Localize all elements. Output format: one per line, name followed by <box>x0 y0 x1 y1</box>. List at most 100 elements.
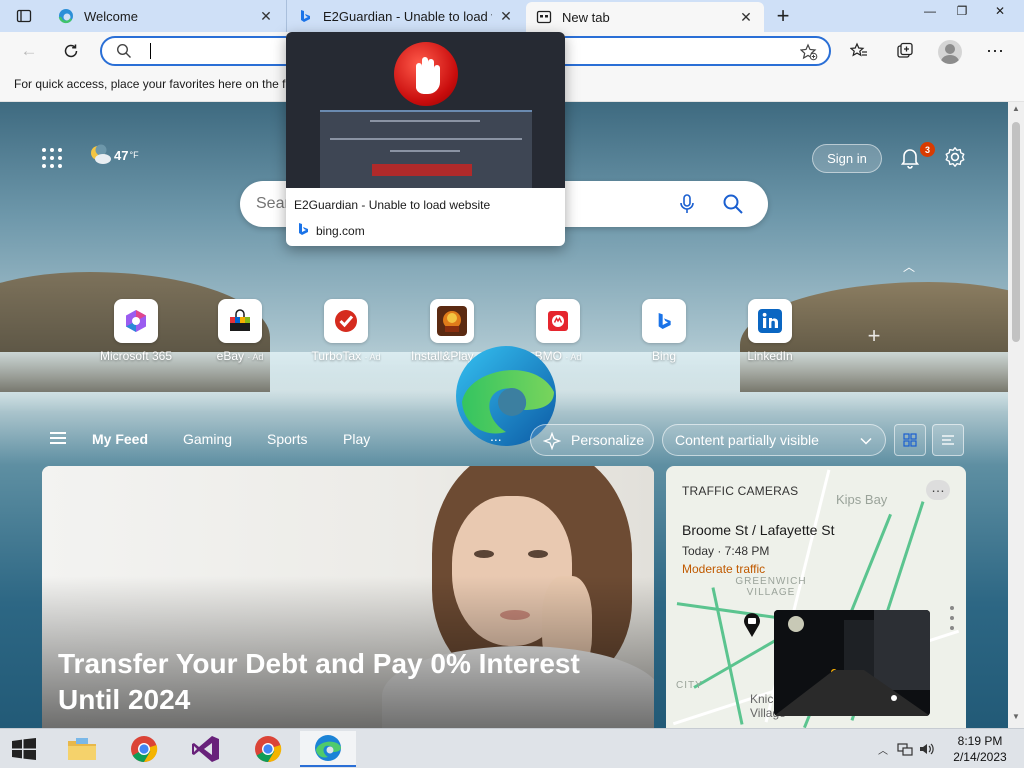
start-button[interactable] <box>0 729 48 768</box>
add-favorite-icon[interactable] <box>799 42 819 62</box>
arrow-left-icon: ← <box>20 41 38 60</box>
bmo-icon <box>536 299 580 343</box>
notifications-bell-icon[interactable] <box>898 145 922 169</box>
microphone-icon[interactable] <box>676 193 698 215</box>
chevron-up-icon[interactable]: ︿ <box>898 258 920 276</box>
ad-label: · Ad <box>565 352 582 362</box>
stop-hand-icon <box>394 42 458 106</box>
linkedin-icon <box>748 299 792 343</box>
feed-tab-my-feed[interactable]: My Feed <box>92 431 148 447</box>
content-visibility-dropdown[interactable]: Content partially visible <box>662 424 886 456</box>
camera-location: Broome St / Lafayette St <box>682 522 835 538</box>
feed-tab-gaming[interactable]: Gaming <box>183 431 232 447</box>
favorites-star-icon <box>850 42 867 57</box>
list-view-icon <box>942 435 954 445</box>
new-tab-button[interactable]: + <box>770 3 796 28</box>
gear-icon[interactable] <box>944 146 966 168</box>
weather-temperature: 47 <box>114 147 129 163</box>
refresh-button[interactable] <box>56 36 86 66</box>
quick-link-linkedin[interactable]: LinkedIn <box>720 299 820 369</box>
carousel-dots <box>950 606 954 636</box>
chrome-icon <box>131 736 158 763</box>
partly-cloudy-night-icon <box>91 144 111 164</box>
tab-title: New tab <box>562 9 610 25</box>
refresh-icon <box>64 44 78 58</box>
search-icon <box>116 43 131 58</box>
close-tab-icon[interactable]: ✕ <box>738 9 754 25</box>
back-button[interactable]: ← <box>14 36 44 66</box>
scrollbar-thumb[interactable] <box>1012 122 1020 342</box>
close-tab-icon[interactable]: ✕ <box>498 8 514 24</box>
minimize-button[interactable]: — <box>914 0 946 22</box>
quick-link-label: Microsoft 365 <box>99 349 173 363</box>
map-pin-icon[interactable] <box>742 612 762 638</box>
feed-more-button[interactable]: ... <box>490 428 502 444</box>
tab-actions-button[interactable] <box>8 4 40 28</box>
quick-link-label: Bing <box>651 349 677 363</box>
windows-taskbar: ︿ 8:19 PM 2/14/2023 <box>0 728 1024 768</box>
system-clock[interactable]: 8:19 PM 2/14/2023 <box>944 733 1016 765</box>
quick-link-bing[interactable]: Bing <box>614 299 714 369</box>
system-tray: ︿ <box>872 729 938 768</box>
collections-button[interactable] <box>890 36 920 66</box>
tab-welcome[interactable]: Welcome ✕ <box>48 0 284 32</box>
volume-icon[interactable] <box>916 738 938 760</box>
tab-preview-title: E2Guardian - Unable to load website <box>294 198 491 212</box>
taskbar-chrome-2[interactable] <box>240 731 296 767</box>
grid-layout-button[interactable] <box>894 424 926 456</box>
app-launcher-icon[interactable] <box>40 146 64 170</box>
quick-link-microsoft-365[interactable]: Microsoft 365 <box>86 299 186 369</box>
microsoft-365-icon <box>114 299 158 343</box>
blocked-page-thumbnail <box>320 110 532 188</box>
turbotax-icon <box>324 299 368 343</box>
restore-button[interactable]: ❐ <box>946 0 978 22</box>
sign-in-button[interactable]: Sign in <box>812 144 882 173</box>
taskbar-chrome[interactable] <box>116 731 172 767</box>
list-layout-button[interactable] <box>932 424 964 456</box>
new-tab-page-icon <box>536 9 552 25</box>
taskbar-file-explorer[interactable] <box>54 731 110 767</box>
settings-and-more-button[interactable]: ⋯ <box>980 36 1010 66</box>
collections-icon <box>897 42 913 58</box>
bing-icon <box>297 8 313 24</box>
feed-tab-sports[interactable]: Sports <box>267 431 307 447</box>
tab-title: E2Guardian - Unable to load website <box>323 8 492 24</box>
tab-preview-host: bing.com <box>316 224 365 238</box>
add-quick-link-plus-icon[interactable]: + <box>862 323 886 348</box>
traffic-cameras-card[interactable]: Kips Bay GREENWICH VILLAGE Knickerbocker… <box>666 466 966 728</box>
taskbar-visual-studio[interactable] <box>178 731 234 767</box>
quick-link-ebay[interactable]: eBay · Ad <box>190 299 290 369</box>
personalize-button[interactable]: Personalize <box>530 424 654 456</box>
favorites-button[interactable] <box>844 36 874 66</box>
article-headline[interactable]: Transfer Your Debt and Pay 0% Interest U… <box>58 646 638 718</box>
tab-new-tab[interactable]: New tab ✕ <box>526 2 764 32</box>
search-icon[interactable] <box>722 193 744 215</box>
taskbar-edge[interactable] <box>300 731 356 767</box>
quick-link-turbotax[interactable]: TurboTax · Ad <box>296 299 396 369</box>
install-play-icon <box>430 299 474 343</box>
weather-widget[interactable]: 47 °F <box>88 144 139 166</box>
scroll-up-icon[interactable]: ▲ <box>1011 104 1021 114</box>
profile-avatar[interactable] <box>938 40 962 64</box>
close-window-button[interactable]: ✕ <box>984 0 1016 22</box>
hamburger-menu-icon[interactable] <box>50 432 66 446</box>
chevron-up-icon[interactable]: ︿ <box>872 738 894 760</box>
chevron-down-icon <box>860 437 872 445</box>
quick-link-label: TurboTax <box>311 349 362 363</box>
feed-tab-play[interactable]: Play <box>343 431 370 447</box>
scroll-down-icon[interactable]: ▼ <box>1011 712 1021 722</box>
close-tab-icon[interactable]: ✕ <box>258 8 274 24</box>
card-more-button[interactable]: … <box>926 480 950 500</box>
network-icon[interactable] <box>894 738 916 760</box>
ad-label: · Ad <box>247 352 264 362</box>
traffic-camera-image[interactable] <box>774 610 930 716</box>
page-scrollbar[interactable]: ▲ ▼ <box>1008 102 1024 728</box>
close-icon: ✕ <box>994 4 1006 18</box>
camera-time: Today · 7:48 PM <box>682 544 770 558</box>
bing-icon <box>642 299 686 343</box>
tab-e2guardian[interactable]: E2Guardian - Unable to load website ✕ <box>286 0 524 32</box>
hero-article-card[interactable]: Transfer Your Debt and Pay 0% Interest U… <box>42 466 654 728</box>
map-label: GREENWICH VILLAGE <box>735 576 807 598</box>
personalize-label: Personalize <box>571 432 645 448</box>
chrome-icon <box>255 736 282 763</box>
